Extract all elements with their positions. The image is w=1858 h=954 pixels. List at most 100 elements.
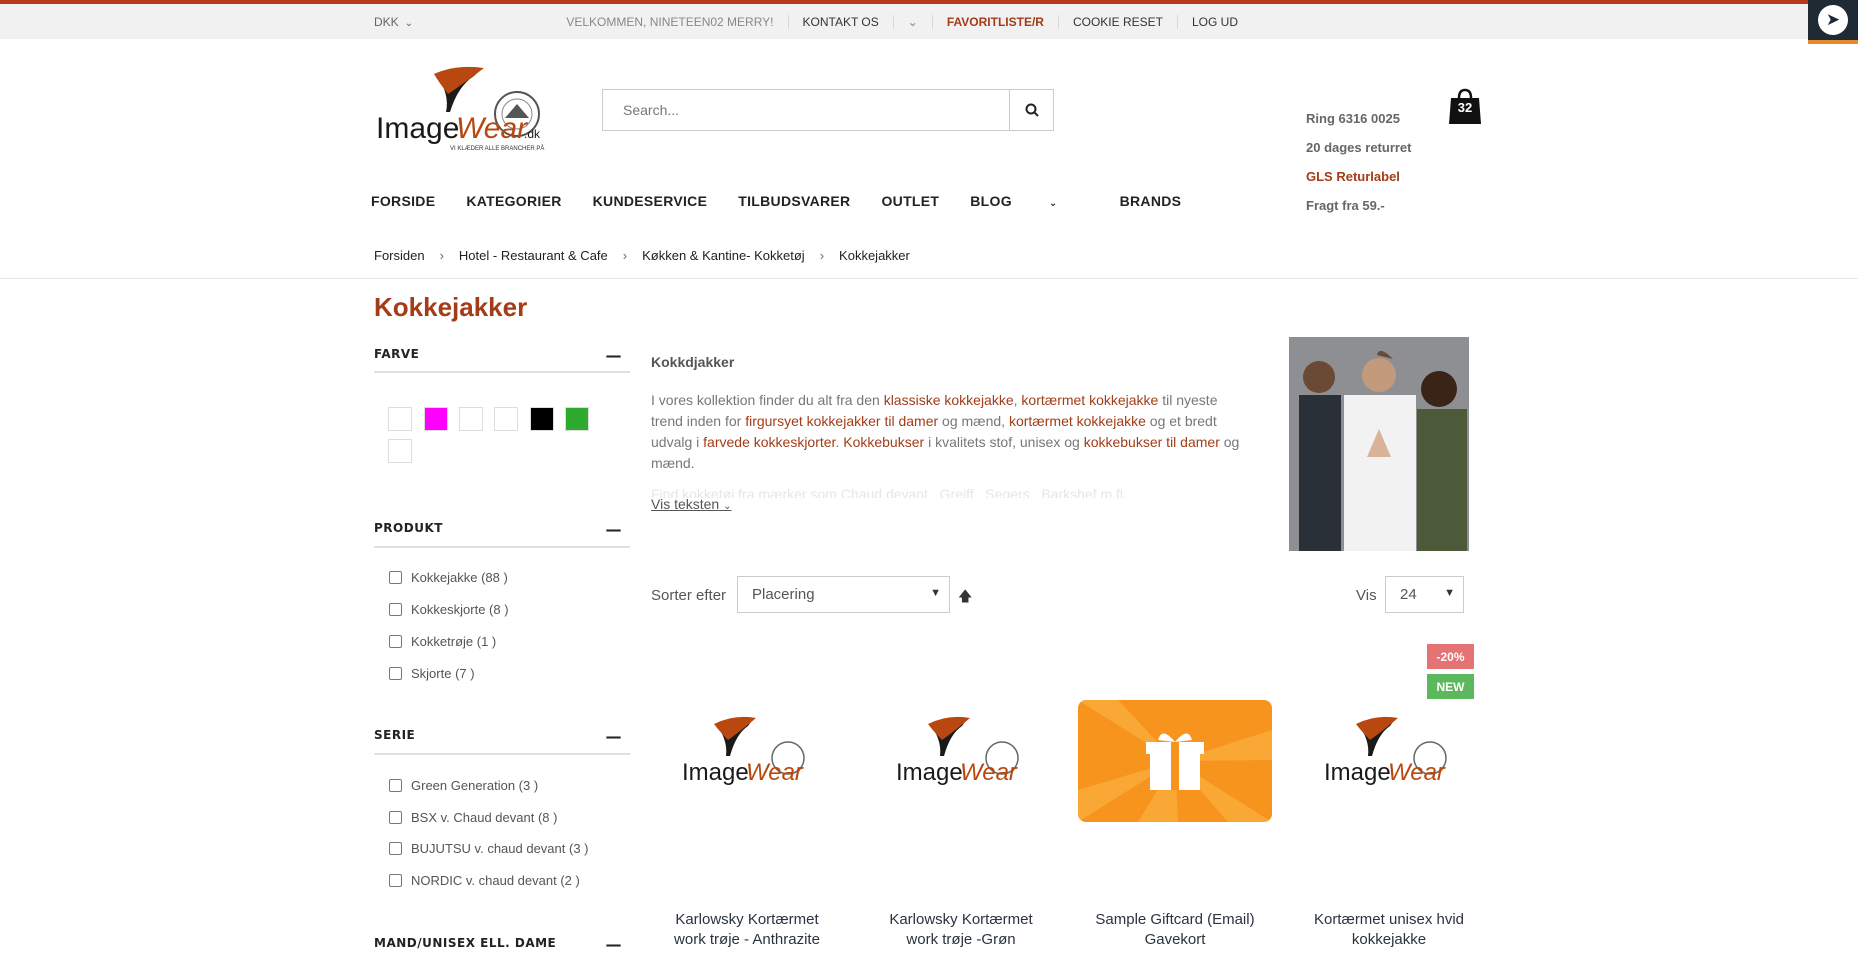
search-button[interactable]: [1009, 90, 1053, 130]
nav-outlet[interactable]: OUTLET: [881, 193, 939, 209]
checkbox[interactable]: [389, 571, 402, 584]
nav-brands[interactable]: BRANDS: [1120, 193, 1182, 209]
checkbox[interactable]: [389, 842, 402, 855]
description-link[interactable]: kortærmet kokkejakke: [1021, 392, 1158, 408]
product-image[interactable]: Image Wear: [864, 700, 1058, 822]
product-image-giftcard[interactable]: [1078, 700, 1272, 822]
description-link[interactable]: firgursyet kokkejakker til damer: [745, 413, 938, 429]
arrow-up-icon: 🡅: [958, 588, 973, 604]
description-link[interactable]: kokkebukser til damer: [1084, 434, 1220, 450]
search-input[interactable]: [603, 90, 1009, 130]
sort-direction-button[interactable]: 🡅: [958, 586, 972, 610]
color-swatch-white[interactable]: [494, 407, 518, 431]
filter-checkbox[interactable]: Green Generation (3 ): [389, 778, 538, 793]
checkbox[interactable]: [389, 667, 402, 680]
return-label-link[interactable]: GLS Returlabel: [1306, 162, 1412, 191]
collapse-icon[interactable]: —: [606, 520, 623, 539]
chevron-down-icon: ▼: [1444, 587, 1455, 599]
product-name[interactable]: Kortærmet unisex hvid kokkejakke: [1292, 910, 1486, 950]
chevron-right-icon: ›: [819, 248, 825, 263]
nav-forside[interactable]: FORSIDE: [371, 193, 435, 209]
filter-checkbox[interactable]: Skjorte (7 ): [389, 666, 475, 681]
filter-checkbox[interactable]: BUJUTSU v. chaud devant (3 ): [389, 841, 589, 856]
filter-produkt-header[interactable]: PRODUKT —: [374, 520, 630, 539]
svg-text:Image: Image: [682, 759, 749, 786]
cookie-reset-link[interactable]: COOKIE RESET: [1057, 15, 1177, 29]
filter-gender-header[interactable]: MAND/UNISEX ELL. DAME —: [374, 935, 630, 954]
color-swatch-white[interactable]: [459, 407, 483, 431]
color-swatch-green[interactable]: [565, 407, 589, 431]
breadcrumb-home[interactable]: Forsiden: [374, 248, 425, 263]
divider: [374, 546, 630, 548]
welcome-text: VELKOMMEN, NINETEEN02 MERRY!: [566, 15, 774, 29]
filter-farve-header[interactable]: FARVE —: [374, 346, 630, 365]
svg-text:Image: Image: [1324, 759, 1391, 786]
product-name[interactable]: Sample Giftcard (Email) Gavekort: [1078, 910, 1272, 950]
product-name[interactable]: Karlowsky Kortærmet work trøje - Anthrazi…: [650, 910, 844, 950]
divider: [0, 278, 1858, 279]
search-bar: [602, 89, 1054, 131]
currency-selector[interactable]: DKK ⌄: [374, 15, 413, 29]
checkbox[interactable]: [389, 874, 402, 887]
description-link[interactable]: farvede kokkeskjorter: [703, 434, 835, 450]
chevron-down-icon: ⌄: [1048, 198, 1058, 209]
color-swatch-black[interactable]: [530, 407, 554, 431]
search-icon: [1025, 103, 1039, 117]
returns-text: 20 dages returret: [1306, 140, 1412, 155]
product-image[interactable]: Image Wear: [1292, 700, 1486, 822]
contact-link[interactable]: KONTAKT OS: [787, 15, 893, 29]
collapse-icon[interactable]: —: [606, 727, 623, 746]
new-badge: NEW: [1427, 674, 1474, 699]
top-bar: DKK ⌄ VELKOMMEN, NINETEEN02 MERRY! KONTAK…: [0, 4, 1858, 39]
color-swatch-white[interactable]: [388, 439, 412, 463]
product-name[interactable]: Karlowsky Kortærmet work trøje -Grøn: [864, 910, 1058, 950]
favorites-link[interactable]: FAVORITLISTE/R: [931, 15, 1058, 29]
collapse-icon[interactable]: —: [606, 346, 623, 365]
filter-checkbox[interactable]: NORDIC v. chaud devant (2 ): [389, 873, 580, 888]
rocket-widget-button[interactable]: ➤: [1808, 0, 1858, 44]
filter-checkbox[interactable]: BSX v. Chaud devant (8 ): [389, 810, 557, 825]
discount-badge: -20%: [1427, 644, 1474, 669]
category-hero-image: [1289, 337, 1469, 551]
nav-tilbudsvarer[interactable]: TILBUDSVARER: [738, 193, 850, 209]
breadcrumb-hotel[interactable]: Hotel - Restaurant & Cafe: [459, 248, 608, 263]
store-info: Ring 6316 0025 20 dages returret GLS Ret…: [1306, 104, 1412, 220]
checkbox[interactable]: [389, 635, 402, 648]
description-title: Kokkdjakker: [651, 354, 735, 370]
breadcrumb-kitchen[interactable]: Køkken & Kantine- Kokketøj: [642, 248, 805, 263]
chevron-down-icon: ▼: [930, 587, 941, 599]
checkbox[interactable]: [389, 779, 402, 792]
product-image[interactable]: Image Wear: [650, 700, 844, 822]
filter-checkbox[interactable]: Kokketrøje (1 ): [389, 634, 496, 649]
filter-serie-header[interactable]: SERIE —: [374, 727, 630, 746]
filter-checkbox[interactable]: Kokkeskjorte (8 ): [389, 602, 509, 617]
svg-text:Wear: Wear: [960, 759, 1018, 786]
description-link[interactable]: klassiske kokkejakke: [884, 392, 1014, 408]
site-logo[interactable]: Image Wear .dk VI KLÆDER ALLE BRANCHER P…: [374, 64, 546, 156]
sort-select[interactable]: Placering ▼: [737, 576, 950, 613]
nav-blog[interactable]: BLOG ⌄: [970, 193, 1088, 209]
description-text: I vores kollektion finder du alt fra den…: [651, 392, 1240, 471]
show-more-link[interactable]: Vis teksten ⌄: [651, 496, 732, 512]
collapse-icon[interactable]: —: [606, 935, 623, 954]
description-link[interactable]: kortærmet kokkejakke: [1009, 413, 1146, 429]
account-dropdown[interactable]: ⌄: [892, 15, 932, 29]
main-nav: FORSIDE KATEGORIER KUNDESERVICE TILBUDSV…: [371, 193, 1212, 209]
show-label: Vis: [1356, 587, 1377, 604]
color-swatch-white[interactable]: [388, 407, 412, 431]
nav-kategorier[interactable]: KATEGORIER: [466, 193, 561, 209]
shipping-text: Fragt fra 59.-: [1306, 198, 1385, 213]
per-page-select[interactable]: 24 ▼: [1385, 576, 1464, 613]
chevron-down-icon: ⌄: [907, 15, 918, 29]
color-swatch-magenta[interactable]: [424, 407, 448, 431]
nav-kundeservice[interactable]: KUNDESERVICE: [593, 193, 708, 209]
checkbox[interactable]: [389, 603, 402, 616]
checkbox[interactable]: [389, 811, 402, 824]
description-link[interactable]: Kokkebukser: [843, 434, 924, 450]
filter-checkbox[interactable]: Kokkejakke (88 ): [389, 570, 508, 585]
logout-link[interactable]: LOG UD: [1176, 15, 1252, 29]
breadcrumb: Forsiden › Hotel - Restaurant & Cafe › K…: [374, 248, 910, 263]
svg-text:Wear: Wear: [456, 112, 528, 145]
divider: [374, 753, 630, 755]
cart-button[interactable]: 32: [1448, 88, 1482, 126]
